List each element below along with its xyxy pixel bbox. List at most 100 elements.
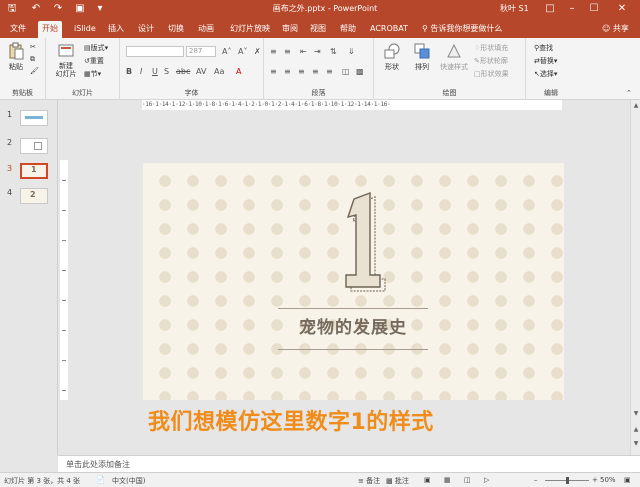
- align-right-icon[interactable]: ≡: [298, 67, 305, 76]
- tab-home[interactable]: 开始: [38, 21, 62, 38]
- shapes-button[interactable]: 形状: [378, 40, 406, 82]
- tab-file[interactable]: 文件: [6, 21, 30, 38]
- columns-icon[interactable]: ◫: [342, 67, 350, 76]
- close-icon[interactable]: ✕: [612, 1, 632, 17]
- tab-slideshow[interactable]: 幻灯片放映: [226, 21, 274, 38]
- slide-canvas[interactable]: 1 宠物的发展史: [143, 163, 564, 400]
- slide-thumbnail[interactable]: [20, 138, 48, 154]
- shrink-font-icon[interactable]: A˅: [238, 47, 247, 56]
- font-size-input[interactable]: 287: [186, 46, 216, 57]
- prev-slide-icon[interactable]: ▲: [632, 426, 640, 434]
- italic-icon[interactable]: I: [140, 67, 142, 76]
- window-title: 画布之外.pptx - PowerPoint: [272, 4, 378, 13]
- select-button[interactable]: ↖选择▾: [534, 69, 557, 79]
- char-spacing-icon[interactable]: AV: [196, 67, 206, 76]
- bullets-icon[interactable]: ≡: [270, 47, 277, 56]
- paste-button[interactable]: 粘贴: [2, 40, 30, 82]
- grow-font-icon[interactable]: A˄: [222, 47, 231, 56]
- slide-big-number[interactable]: 1: [333, 185, 393, 295]
- slide-sorter-icon[interactable]: ▦: [444, 476, 451, 484]
- tell-me-box[interactable]: ⚲ 告诉我你想要做什么: [422, 23, 502, 34]
- tab-help[interactable]: 帮助: [336, 21, 360, 38]
- tab-acrobat[interactable]: ACROBAT: [366, 21, 412, 38]
- ribbon-options-icon[interactable]: □: [540, 1, 560, 17]
- font-color-icon[interactable]: A: [236, 67, 241, 76]
- shape-fill-button[interactable]: ♢形状填充: [474, 43, 508, 53]
- slide-thumbnail[interactable]: 2: [20, 188, 48, 204]
- scroll-down-icon[interactable]: ▼: [632, 410, 640, 418]
- smartart-icon[interactable]: ▩: [356, 67, 364, 76]
- tab-animations[interactable]: 动画: [194, 21, 218, 38]
- spellcheck-icon[interactable]: 📄: [96, 476, 105, 484]
- reset-button[interactable]: ↺重置: [84, 56, 104, 66]
- shape-outline-button[interactable]: ✎形状轮廓: [474, 56, 508, 66]
- present-icon[interactable]: ▣: [72, 2, 88, 16]
- scroll-up-icon[interactable]: ▲: [632, 102, 640, 110]
- slide-title[interactable]: 宠物的发展史: [278, 313, 428, 338]
- decrease-indent-icon[interactable]: ⇤: [300, 47, 307, 56]
- user-name[interactable]: 秋叶 S1: [500, 3, 529, 14]
- notes-icon: ≡: [358, 477, 367, 485]
- slide-thumbnail[interactable]: [20, 110, 48, 126]
- zoom-out-icon[interactable]: –: [534, 476, 538, 484]
- distributed-icon[interactable]: ≡: [326, 67, 333, 76]
- align-center-icon[interactable]: ≡: [284, 67, 291, 76]
- quick-styles-button[interactable]: 快速样式: [438, 40, 470, 82]
- notes-pane[interactable]: 单击此处添加备注: [58, 455, 640, 472]
- minimize-icon[interactable]: –: [562, 1, 582, 17]
- copy-icon[interactable]: ⧉: [30, 54, 35, 64]
- redo-icon[interactable]: ↷: [50, 2, 66, 16]
- arrange-button[interactable]: 排列: [408, 40, 436, 82]
- line-spacing-icon[interactable]: ⇅: [330, 47, 337, 56]
- share-button[interactable]: ☺ 共享: [602, 23, 629, 34]
- zoom-slider-thumb[interactable]: [566, 477, 569, 484]
- zoom-in-icon[interactable]: +: [592, 476, 598, 484]
- increase-indent-icon[interactable]: ⇥: [314, 47, 321, 56]
- tab-design[interactable]: 设计: [134, 21, 158, 38]
- notes-toggle[interactable]: ≡ 备注: [358, 476, 380, 486]
- zoom-level[interactable]: 50%: [600, 476, 616, 484]
- normal-view-icon[interactable]: ▣: [424, 476, 431, 484]
- tab-transitions[interactable]: 切换: [164, 21, 188, 38]
- bold-icon[interactable]: B: [126, 67, 132, 76]
- comments-toggle-label: 批注: [394, 477, 409, 485]
- cut-icon[interactable]: ✂: [30, 42, 36, 52]
- undo-icon[interactable]: ↶: [28, 2, 44, 16]
- save-icon[interactable]: 🖫: [4, 2, 20, 16]
- text-direction-icon[interactable]: ⇓: [348, 47, 355, 56]
- collapse-ribbon-icon[interactable]: ⌃: [626, 88, 632, 98]
- layout-button[interactable]: ▤版式▾: [84, 43, 108, 53]
- new-slide-button[interactable]: 新建 幻灯片: [52, 40, 80, 82]
- slideshow-view-icon[interactable]: ▷: [484, 476, 489, 484]
- tab-review[interactable]: 审阅: [278, 21, 302, 38]
- numbering-icon[interactable]: ≡: [284, 47, 291, 56]
- comments-toggle[interactable]: ▩ 批注: [386, 476, 409, 486]
- section-button[interactable]: ▦节▾: [84, 69, 101, 79]
- horizontal-ruler: ·16·1·14·1·12·1·10·1·8·1·6·1·4·1·2·1·0·1…: [142, 100, 562, 110]
- change-case-icon[interactable]: Aa: [214, 67, 224, 76]
- reading-view-icon[interactable]: ◫: [464, 476, 471, 484]
- tab-insert[interactable]: 插入: [104, 21, 128, 38]
- align-left-icon[interactable]: ≡: [270, 67, 277, 76]
- justify-icon[interactable]: ≡: [312, 67, 319, 76]
- slide-thumbnail-active[interactable]: 1: [20, 163, 48, 179]
- find-button[interactable]: ⚲查找: [534, 43, 553, 53]
- layout-icon: ▤: [84, 44, 91, 52]
- shape-effects-button[interactable]: □形状效果: [474, 69, 509, 79]
- format-painter-icon[interactable]: 🖌: [30, 66, 39, 76]
- tab-view[interactable]: 视图: [306, 21, 330, 38]
- strikethrough-icon[interactable]: abc: [176, 67, 190, 76]
- font-name-input[interactable]: [126, 46, 184, 57]
- underline-icon[interactable]: U: [152, 67, 158, 76]
- shadow-icon[interactable]: S: [164, 67, 169, 76]
- customize-qat-icon[interactable]: ▾: [92, 2, 108, 16]
- maximize-icon[interactable]: ☐: [584, 1, 604, 17]
- fit-slide-icon[interactable]: ▣: [624, 476, 631, 484]
- replace-button[interactable]: ⇄替换▾: [534, 56, 557, 66]
- vertical-scrollbar[interactable]: ▲ ▼ ▲ ▼: [630, 100, 640, 455]
- tab-islide[interactable]: iSlide: [70, 21, 100, 38]
- next-slide-icon[interactable]: ▼: [632, 440, 640, 448]
- language-indicator[interactable]: 中文(中国): [112, 476, 145, 486]
- clear-format-icon[interactable]: ✗: [254, 47, 261, 56]
- comment-icon: ▩: [386, 477, 395, 485]
